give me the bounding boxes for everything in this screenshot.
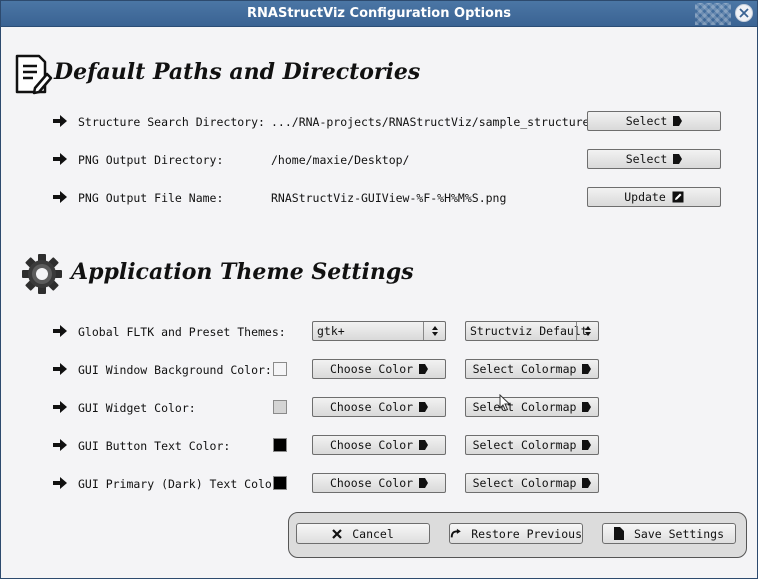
- spinner-arrows-icon: [423, 322, 445, 340]
- triangle-right-icon: [673, 116, 683, 126]
- primary-text-color-swatch: [273, 476, 287, 490]
- theme-section-title: Application Theme Settings: [71, 259, 414, 285]
- window-bg-color-label: GUI Window Background Color:: [78, 363, 272, 377]
- triangle-right-icon: [419, 402, 429, 412]
- primary-text-color-label: GUI Primary (Dark) Text Color:: [78, 477, 286, 491]
- select-colormap-label: Select Colormap: [472, 476, 577, 490]
- select-colormap-label: Select Colormap: [472, 438, 577, 452]
- png-filename-label: PNG Output File Name:: [78, 191, 224, 205]
- fltk-theme-select[interactable]: gtk+: [312, 321, 446, 341]
- theme-label: Global FLTK and Preset Themes:: [78, 325, 286, 339]
- structure-dir-label: Structure Search Directory:: [78, 115, 265, 129]
- widget-select-colormap-button[interactable]: Select Colormap: [465, 397, 599, 417]
- mouse-pointer-icon: [499, 394, 511, 412]
- title-bar[interactable]: RNAStructViz Configuration Options: [1, 1, 757, 27]
- choose-color-label: Choose Color: [329, 438, 414, 452]
- button-text-color-swatch: [273, 438, 287, 452]
- window-bg-choose-color-button[interactable]: Choose Color: [312, 359, 446, 379]
- choose-color-label: Choose Color: [329, 476, 414, 490]
- triangle-right-icon: [582, 440, 592, 450]
- cancel-button-label: Cancel: [352, 526, 394, 541]
- select-colormap-label: Select Colormap: [472, 362, 577, 376]
- client-area: Default Paths and Directories Structure …: [5, 28, 753, 574]
- document-edit-icon: [15, 54, 53, 95]
- triangle-right-icon: [419, 478, 429, 488]
- preset-theme-value: Structviz Default: [470, 324, 588, 338]
- select-button-label: Select: [625, 152, 668, 166]
- structure-dir-select-button[interactable]: Select: [587, 111, 721, 131]
- png-dir-value: /home/maxie/Desktop/: [271, 153, 410, 167]
- widget-color-label: GUI Widget Color:: [78, 401, 196, 415]
- arrow-right-icon: [53, 363, 67, 375]
- paths-section-title: Default Paths and Directories: [54, 59, 421, 85]
- close-button[interactable]: [735, 4, 753, 22]
- primary-text-choose-color-button[interactable]: Choose Color: [312, 473, 446, 493]
- arrow-right-icon: [53, 191, 67, 203]
- save-settings-button[interactable]: Save Settings: [602, 523, 736, 544]
- triangle-right-icon: [419, 440, 429, 450]
- arrow-right-icon: [53, 477, 67, 489]
- save-button-label: Save Settings: [633, 526, 724, 541]
- triangle-right-icon: [582, 364, 592, 374]
- png-dir-label: PNG Output Directory:: [78, 153, 224, 167]
- structure-dir-value: .../RNA-projects/RNAStructViz/sample_str…: [271, 115, 597, 129]
- select-button-label: Select: [625, 114, 668, 128]
- button-text-choose-color-button[interactable]: Choose Color: [312, 435, 446, 455]
- png-filename-update-button[interactable]: Update: [587, 187, 721, 207]
- arrow-right-icon: [53, 439, 67, 451]
- png-filename-value: RNAStructViz-GUIView-%F-%H%M%S.png: [271, 191, 507, 205]
- close-icon: [739, 8, 749, 18]
- png-dir-select-button[interactable]: Select: [587, 149, 721, 169]
- spinner-arrows-icon: [576, 322, 598, 340]
- fltk-theme-value: gtk+: [317, 324, 345, 338]
- title-decoration: [695, 3, 731, 25]
- config-window: RNAStructViz Configuration Options Defau…: [0, 0, 758, 579]
- triangle-right-icon: [419, 364, 429, 374]
- update-button-label: Update: [624, 190, 666, 204]
- window-bg-color-swatch: [273, 362, 287, 376]
- arrow-right-icon: [53, 153, 67, 165]
- triangle-right-icon: [582, 402, 592, 412]
- window-title: RNAStructViz Configuration Options: [247, 6, 511, 21]
- triangle-right-icon: [582, 478, 592, 488]
- restore-button-label: Restore Previous: [471, 526, 582, 541]
- document-icon: [613, 527, 624, 540]
- redo-arrow-icon: [450, 528, 461, 538]
- close-icon: [332, 528, 342, 539]
- arrow-right-icon: [53, 325, 67, 337]
- choose-color-label: Choose Color: [329, 362, 414, 376]
- button-text-select-colormap-button[interactable]: Select Colormap: [465, 435, 599, 455]
- choose-color-label: Choose Color: [329, 400, 414, 414]
- preset-theme-select[interactable]: Structviz Default: [465, 321, 599, 341]
- gear-icon: [22, 254, 62, 294]
- widget-choose-color-button[interactable]: Choose Color: [312, 397, 446, 417]
- edit-box-icon: [672, 191, 684, 203]
- arrow-right-icon: [53, 401, 67, 413]
- widget-color-swatch: [273, 400, 287, 414]
- triangle-right-icon: [673, 154, 683, 164]
- select-colormap-label: Select Colormap: [472, 400, 577, 414]
- button-text-color-label: GUI Button Text Color:: [78, 439, 231, 453]
- restore-previous-button[interactable]: Restore Previous: [449, 523, 583, 544]
- arrow-right-icon: [53, 115, 67, 127]
- cancel-button[interactable]: Cancel: [296, 523, 430, 544]
- primary-text-select-colormap-button[interactable]: Select Colormap: [465, 473, 599, 493]
- window-bg-select-colormap-button[interactable]: Select Colormap: [465, 359, 599, 379]
